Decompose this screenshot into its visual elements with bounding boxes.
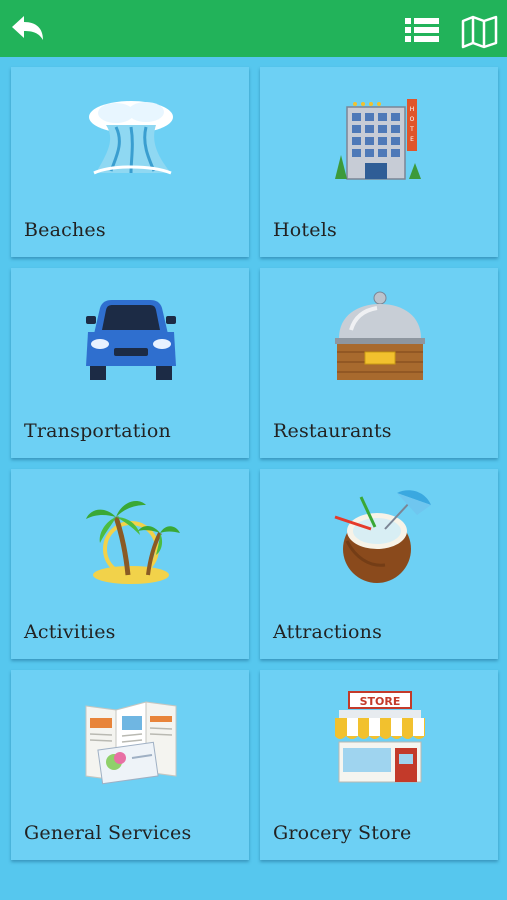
tile-general-services[interactable]: General Services — [11, 670, 249, 860]
tile-hotels[interactable]: H O T E Hotels — [260, 67, 498, 257]
svg-text:H: H — [410, 106, 415, 113]
map-icon[interactable] — [460, 15, 500, 49]
palm-island-icon — [86, 501, 180, 584]
list-view-icon[interactable] — [402, 15, 442, 49]
svg-text:O: O — [410, 116, 415, 123]
tile-label: Beaches — [24, 219, 106, 241]
tile-label: General Services — [24, 822, 192, 844]
wave-icon — [89, 101, 173, 175]
car-icon — [86, 300, 176, 380]
tile-label: Activities — [24, 621, 116, 643]
svg-text:STORE: STORE — [360, 695, 401, 708]
tile-label: Transportation — [24, 420, 171, 442]
app-header — [0, 0, 507, 57]
tile-grocery-store[interactable]: STORE Grocery Store — [260, 670, 498, 860]
coconut-drink-icon — [334, 490, 431, 583]
tile-label: Grocery Store — [273, 822, 412, 844]
tile-label: Attractions — [273, 621, 383, 643]
hotel-building-icon: H O T E — [335, 99, 421, 180]
tile-beaches[interactable]: Beaches — [11, 67, 249, 257]
tile-label: Restaurants — [273, 420, 392, 442]
svg-text:T: T — [409, 126, 414, 133]
tile-activities[interactable]: Activities — [11, 469, 249, 659]
tile-transportation[interactable]: Transportation — [11, 268, 249, 458]
brochure-icon — [85, 701, 177, 785]
tile-label: Hotels — [273, 219, 337, 241]
back-arrow-icon[interactable] — [8, 12, 48, 46]
store-icon: STORE — [335, 691, 425, 783]
svg-text:E: E — [410, 136, 414, 143]
tile-restaurants[interactable]: Restaurants — [260, 268, 498, 458]
cloche-icon — [335, 291, 425, 380]
tile-attractions[interactable]: Attractions — [260, 469, 498, 659]
